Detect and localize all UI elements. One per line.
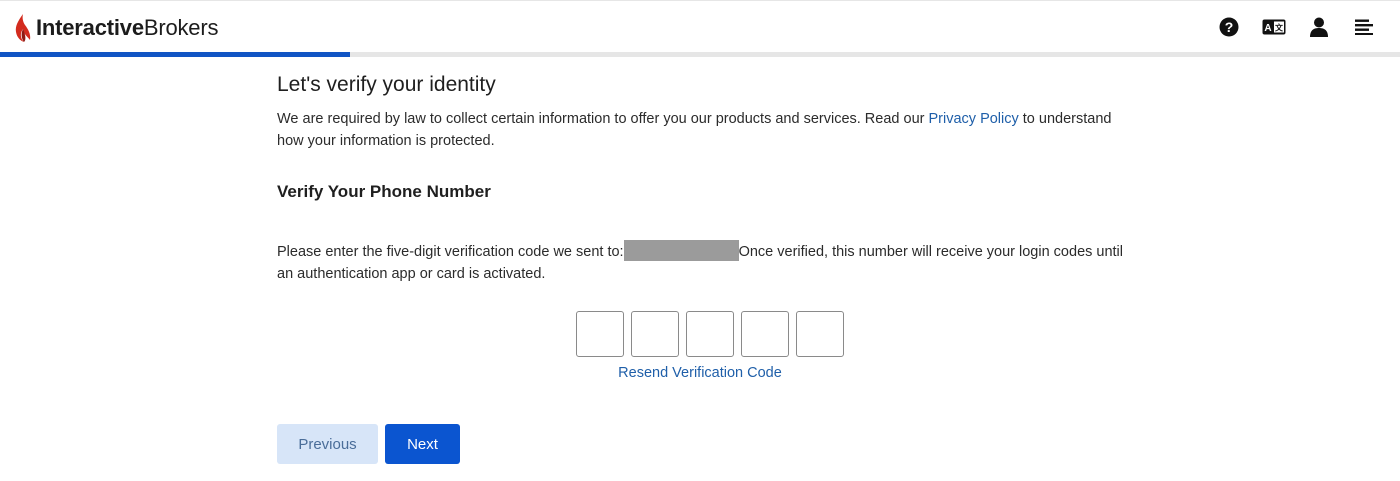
flame-logo-icon	[15, 14, 31, 42]
progress-bar-fill	[0, 52, 350, 57]
main-content: Let's verify your identity We are requir…	[277, 70, 1127, 282]
intro-text: We are required by law to collect certai…	[277, 111, 929, 127]
logo-wordmark: InteractiveBrokers	[36, 15, 219, 40]
section-title: Verify Your Phone Number	[277, 182, 491, 201]
code-digit-input-1[interactable]	[576, 311, 624, 357]
instructions-text: Please enter the five-digit verification…	[277, 244, 624, 260]
code-digit-input-5[interactable]	[796, 311, 844, 357]
svg-text:A: A	[1264, 23, 1271, 34]
verification-code-inputs	[576, 311, 851, 357]
language-icon[interactable]: A 文	[1262, 15, 1286, 39]
help-icon[interactable]: ?	[1217, 15, 1241, 39]
menu-icon[interactable]	[1352, 15, 1376, 39]
privacy-policy-link[interactable]: Privacy Policy	[929, 111, 1019, 127]
svg-text:?: ?	[1225, 19, 1234, 35]
header-actions: ? A 文	[1196, 15, 1376, 39]
intro-paragraph: We are required by law to collect certai…	[277, 108, 1127, 152]
page-title: Let's verify your identity	[277, 73, 496, 96]
next-button[interactable]: Next	[385, 424, 460, 464]
resend-container: Resend Verification Code	[0, 365, 1400, 381]
top-navigation-bar: InteractiveBrokers ? A 文	[0, 0, 1400, 53]
svg-text:文: 文	[1275, 23, 1284, 33]
code-digit-input-4[interactable]	[741, 311, 789, 357]
verification-instructions: Please enter the five-digit verification…	[277, 240, 1127, 285]
resend-verification-code-link[interactable]: Resend Verification Code	[618, 365, 782, 381]
code-digit-input-3[interactable]	[686, 311, 734, 357]
user-icon[interactable]	[1307, 15, 1331, 39]
interactive-brokers-logo[interactable]: InteractiveBrokers	[14, 13, 218, 43]
progress-bar	[0, 52, 1400, 57]
code-digit-input-2[interactable]	[631, 311, 679, 357]
redacted-phone-number	[623, 240, 739, 261]
previous-button[interactable]: Previous	[277, 424, 378, 464]
